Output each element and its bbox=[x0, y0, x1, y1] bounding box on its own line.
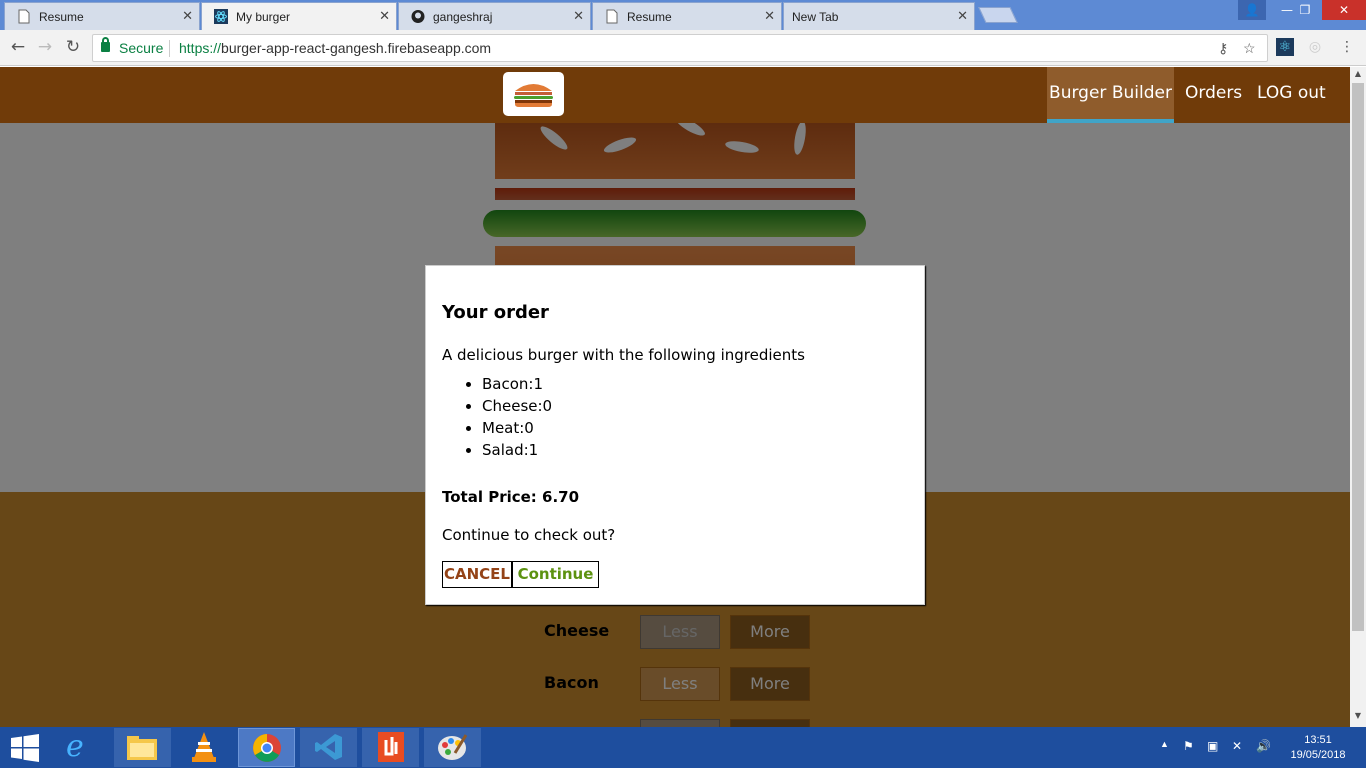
windows-taskbar: e ▲ ⚑ ▣ ✕ 🔊 13:51 19/05/2018 bbox=[0, 727, 1366, 768]
windows-start-icon[interactable] bbox=[0, 728, 50, 767]
page-scrollbar[interactable]: ▲ ▼ bbox=[1350, 67, 1366, 727]
page-content: Burger Builder Orders LOG out Cheese Les… bbox=[0, 67, 1350, 727]
react-icon bbox=[214, 9, 228, 24]
clock-time: 13:51 bbox=[1304, 734, 1332, 746]
scroll-down-icon[interactable]: ▼ bbox=[1350, 711, 1366, 725]
extension-icon[interactable]: ◎ bbox=[1306, 38, 1324, 56]
reload-icon[interactable]: ↻ bbox=[63, 37, 83, 57]
list-item: Salad:1 bbox=[482, 439, 552, 461]
checkout-question: Continue to check out? bbox=[442, 526, 616, 544]
close-icon[interactable]: ✕ bbox=[379, 8, 390, 24]
tab-label: Resume bbox=[627, 10, 672, 24]
clock-date: 19/05/2018 bbox=[1290, 749, 1346, 761]
nav-burger-builder[interactable]: Burger Builder bbox=[1047, 67, 1174, 123]
menu-icon[interactable]: ⋮ bbox=[1338, 38, 1356, 56]
vscode-icon[interactable] bbox=[300, 728, 357, 767]
star-icon[interactable]: ☆ bbox=[1243, 40, 1256, 57]
system-clock[interactable]: 13:51 19/05/2018 bbox=[1282, 733, 1354, 763]
tab-label: Resume bbox=[39, 10, 84, 24]
tab-label: New Tab bbox=[792, 10, 839, 24]
nav-orders[interactable]: Orders bbox=[1185, 67, 1242, 123]
react-devtools-icon[interactable]: ⚛ bbox=[1276, 38, 1294, 56]
chevron-up-icon[interactable]: ▲ bbox=[1160, 739, 1169, 749]
burger-icon bbox=[514, 84, 553, 107]
burger-logo[interactable] bbox=[503, 72, 564, 116]
action-center-flag-icon[interactable]: ⚑ bbox=[1183, 739, 1194, 753]
chrome-icon[interactable] bbox=[238, 728, 295, 767]
paint-icon[interactable] bbox=[424, 728, 481, 767]
modal-description: A delicious burger with the following in… bbox=[442, 346, 805, 364]
tab-resume-2[interactable]: Resume ✕ bbox=[592, 2, 782, 30]
ingredient-list: Bacon:1 Cheese:0 Meat:0 Salad:1 bbox=[442, 373, 552, 461]
key-icon[interactable]: ⚷ bbox=[1218, 40, 1228, 57]
order-summary-modal: Your order A delicious burger with the f… bbox=[425, 265, 925, 605]
file-explorer-icon[interactable] bbox=[114, 728, 171, 767]
divider bbox=[169, 40, 170, 57]
security-label: Secure bbox=[119, 40, 164, 56]
close-window-button[interactable]: ✕ bbox=[1322, 0, 1366, 20]
url-host: burger-app-react-gangesh.firebaseapp.com bbox=[221, 40, 492, 56]
close-icon[interactable]: ✕ bbox=[764, 8, 775, 24]
github-icon bbox=[411, 10, 425, 23]
profile-icon[interactable]: 👤 bbox=[1238, 0, 1266, 20]
close-icon[interactable]: ✕ bbox=[957, 8, 968, 24]
tab-my-burger[interactable]: My burger ✕ bbox=[201, 2, 397, 30]
vlc-icon[interactable] bbox=[176, 728, 233, 767]
document-icon bbox=[18, 9, 30, 24]
scroll-up-icon[interactable]: ▲ bbox=[1350, 69, 1366, 83]
close-icon[interactable]: ✕ bbox=[573, 8, 584, 24]
office-icon[interactable] bbox=[362, 728, 419, 767]
nav-log-out[interactable]: LOG out bbox=[1257, 67, 1326, 123]
list-item: Meat:0 bbox=[482, 417, 552, 439]
tab-resume-1[interactable]: Resume ✕ bbox=[4, 2, 200, 30]
modal-title: Your order bbox=[442, 302, 549, 323]
close-icon[interactable]: ✕ bbox=[182, 8, 193, 24]
volume-icon[interactable]: 🔊 bbox=[1256, 739, 1271, 753]
list-item: Cheese:0 bbox=[482, 395, 552, 417]
tab-gangeshraj[interactable]: gangeshraj ✕ bbox=[398, 2, 591, 30]
device-icon[interactable]: ▣ bbox=[1207, 739, 1218, 753]
network-disconnected-icon[interactable]: ✕ bbox=[1232, 739, 1242, 753]
tab-label: My burger bbox=[236, 10, 291, 24]
internet-explorer-icon[interactable]: e bbox=[52, 728, 109, 767]
continue-button[interactable]: Continue bbox=[512, 561, 599, 588]
tab-new-tab[interactable]: New Tab ✕ bbox=[783, 2, 975, 30]
scroll-thumb[interactable] bbox=[1352, 83, 1364, 631]
new-tab-button[interactable] bbox=[978, 7, 1018, 23]
back-arrow-icon[interactable]: ← bbox=[8, 37, 28, 57]
tab-label: gangeshraj bbox=[433, 10, 493, 24]
list-item: Bacon:1 bbox=[482, 373, 552, 395]
lock-icon bbox=[101, 37, 110, 52]
cancel-button[interactable]: CANCEL bbox=[442, 561, 512, 588]
app-navbar: Burger Builder Orders LOG out bbox=[0, 67, 1350, 123]
document-icon bbox=[606, 9, 618, 24]
restore-button[interactable]: ❐ bbox=[1288, 0, 1322, 20]
forward-arrow-icon[interactable]: → bbox=[35, 37, 55, 57]
browser-tab-strip: Resume ✕ My burger ✕ gangeshraj ✕ Resume… bbox=[0, 0, 1366, 30]
url-scheme: https:// bbox=[179, 40, 222, 56]
url-text: https://burger-app-react-gangesh.firebas… bbox=[179, 40, 491, 56]
address-bar[interactable]: Secure https://burger-app-react-gangesh.… bbox=[92, 34, 1268, 62]
total-price: Total Price: 6.70 bbox=[442, 488, 580, 506]
browser-toolbar: ← → ↻ Secure https://burger-app-react-ga… bbox=[0, 30, 1366, 66]
